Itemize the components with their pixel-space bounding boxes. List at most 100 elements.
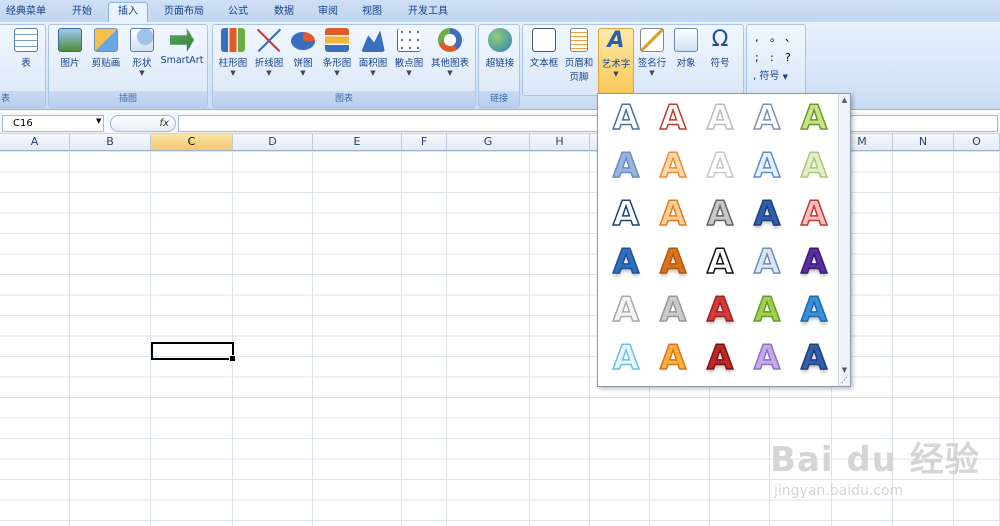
column-header-d[interactable]: D xyxy=(233,134,313,151)
wordart-style-30[interactable]: A xyxy=(794,337,834,379)
column-header-b[interactable]: B xyxy=(70,134,151,151)
column-header-a[interactable]: A xyxy=(0,134,70,151)
area-chart-button[interactable]: 面积图 ▼ xyxy=(355,28,391,77)
bar-chart-button[interactable]: 柱形图 ▼ xyxy=(215,28,251,77)
textbox-label: 文本框 xyxy=(529,58,559,69)
other-charts-button[interactable]: 其他图表 ▼ xyxy=(427,28,473,77)
chevron-down-icon: ▼ xyxy=(613,70,619,78)
gallery-scrollbar[interactable]: ▲ ▼ ⋰ xyxy=(838,94,850,386)
clipart-icon xyxy=(94,28,118,52)
wordart-style-19[interactable]: A xyxy=(747,241,787,283)
column-header-e[interactable]: E xyxy=(313,134,402,151)
wordart-style-6[interactable]: A xyxy=(606,145,646,187)
wordart-style-28[interactable]: A xyxy=(700,337,740,379)
column-header-n[interactable]: N xyxy=(893,134,954,151)
symbol-period[interactable]: 。 xyxy=(770,29,785,45)
resize-grip-icon[interactable]: ⋰ xyxy=(839,374,850,386)
symbol-dropdown[interactable]: , 符号 ▼ xyxy=(753,67,788,82)
name-box[interactable]: C16 xyxy=(2,115,104,132)
symbol-button[interactable]: Ω 符号 xyxy=(703,28,737,70)
column-header-g[interactable]: G xyxy=(447,134,530,151)
symbol-colon[interactable]: : xyxy=(770,51,785,64)
wordart-style-18[interactable]: A xyxy=(700,241,740,283)
wordart-style-11[interactable]: A xyxy=(606,193,646,235)
tab-review[interactable]: 审阅 xyxy=(308,3,348,22)
wordart-button[interactable]: A 艺术字 ▼ xyxy=(598,28,634,94)
symbol-enum-comma[interactable]: 、 xyxy=(785,29,800,45)
object-button[interactable]: 对象 xyxy=(671,28,701,69)
wordart-style-23[interactable]: A xyxy=(700,289,740,331)
wordart-style-17[interactable]: A xyxy=(653,241,693,283)
textbox-button[interactable]: 文本框 xyxy=(527,28,561,69)
smartart-icon xyxy=(170,28,194,52)
wordart-style-15[interactable]: A xyxy=(794,193,834,235)
symbol-semicolon[interactable]: ; xyxy=(755,51,770,64)
tab-formulas[interactable]: 公式 xyxy=(218,3,258,22)
wordart-style-7[interactable]: A xyxy=(653,145,693,187)
wordart-style-25[interactable]: A xyxy=(794,289,834,331)
header-footer-button[interactable]: 页眉和 页脚 xyxy=(561,28,597,83)
ribbon-tab-bar: 经典菜单 开始 插入 页面布局 公式 数据 审阅 视图 开发工具 xyxy=(0,0,1000,23)
wordart-style-24[interactable]: A xyxy=(747,289,787,331)
wordart-style-22[interactable]: A xyxy=(653,289,693,331)
column-header-c[interactable]: C xyxy=(151,134,233,151)
smartart-button[interactable]: SmartArt xyxy=(157,28,207,66)
pie-chart-label: 饼图 xyxy=(293,58,313,69)
chevron-down-icon: ▼ xyxy=(649,69,655,77)
header-footer-label-1: 页眉和 xyxy=(564,58,594,69)
signature-line-button[interactable]: 签名行 ▼ xyxy=(635,28,669,77)
wordart-style-2[interactable]: A xyxy=(653,97,693,139)
group-charts-title: 图表 xyxy=(213,91,475,107)
wordart-style-4[interactable]: A xyxy=(747,97,787,139)
wordart-style-5[interactable]: A xyxy=(794,97,834,139)
wordart-style-12[interactable]: A xyxy=(653,193,693,235)
wordart-style-9[interactable]: A xyxy=(747,145,787,187)
pie-chart-button[interactable]: 饼图 ▼ xyxy=(287,28,319,77)
tab-data[interactable]: 数据 xyxy=(264,3,304,22)
table-button[interactable]: 表 xyxy=(9,28,43,69)
wordart-style-1[interactable]: A xyxy=(606,97,646,139)
group-text: 文本框 页眉和 页脚 A 艺术字 ▼ 签名行 ▼ 对象 Ω 符号 xyxy=(522,24,744,96)
wordart-style-8[interactable]: A xyxy=(700,145,740,187)
scatter-chart-icon xyxy=(397,28,421,52)
scroll-up-icon[interactable]: ▲ xyxy=(839,94,850,106)
shapes-button[interactable]: 形状 ▼ xyxy=(125,28,159,77)
tab-insert[interactable]: 插入 xyxy=(108,2,148,23)
hyperlink-button[interactable]: 超链接 xyxy=(481,28,519,69)
function-button[interactable]: fx xyxy=(110,115,176,132)
wordart-style-29[interactable]: A xyxy=(747,337,787,379)
tab-classic-menu[interactable]: 经典菜单 xyxy=(0,3,52,22)
formula-input[interactable] xyxy=(178,115,998,132)
tab-page-layout[interactable]: 页面布局 xyxy=(156,3,212,22)
line-chart-button[interactable]: 折线图 ▼ xyxy=(251,28,287,77)
wordart-style-10[interactable]: A xyxy=(794,145,834,187)
wordart-style-13[interactable]: A xyxy=(700,193,740,235)
grid-line xyxy=(232,151,233,526)
wordart-style-16[interactable]: A xyxy=(606,241,646,283)
scatter-chart-button[interactable]: 散点图 ▼ xyxy=(391,28,427,77)
scatter-chart-label: 散点图 xyxy=(394,58,424,69)
tab-view[interactable]: 视图 xyxy=(352,3,392,22)
watermark: Bai du 经验 jingyan.baidu.com xyxy=(770,432,980,499)
wordart-style-20[interactable]: A xyxy=(794,241,834,283)
tab-developer[interactable]: 开发工具 xyxy=(400,3,456,22)
header-footer-label-2: 页脚 xyxy=(569,72,589,83)
object-label: 对象 xyxy=(676,58,696,69)
clipart-button[interactable]: 剪贴画 xyxy=(87,28,125,69)
chevron-down-icon[interactable]: ▼ xyxy=(96,117,101,125)
picture-button[interactable]: 图片 xyxy=(53,28,87,69)
column-header-f[interactable]: F xyxy=(402,134,447,151)
active-cell[interactable] xyxy=(151,342,236,362)
hbar-chart-button[interactable]: 条形图 ▼ xyxy=(319,28,355,77)
tab-home[interactable]: 开始 xyxy=(60,3,104,22)
wordart-style-26[interactable]: A xyxy=(606,337,646,379)
symbol-question[interactable]: ? xyxy=(785,51,800,64)
column-header-h[interactable]: H xyxy=(530,134,590,151)
symbol-comma[interactable]: , xyxy=(755,31,770,44)
wordart-style-27[interactable]: A xyxy=(653,337,693,379)
wordart-style-3[interactable]: A xyxy=(700,97,740,139)
column-header-o[interactable]: O xyxy=(954,134,1000,151)
hbar-chart-label: 条形图 xyxy=(322,58,352,69)
wordart-style-21[interactable]: A xyxy=(606,289,646,331)
wordart-style-14[interactable]: A xyxy=(747,193,787,235)
